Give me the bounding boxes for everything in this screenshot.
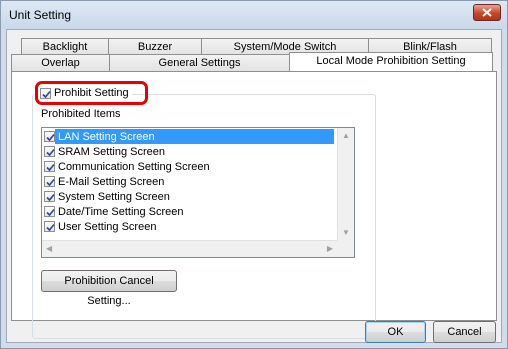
cancel-button[interactable]: Cancel — [433, 321, 496, 343]
prohibition-cancel-setting-button[interactable]: Prohibition Cancel Setting... — [41, 270, 177, 307]
list-item-label: System Setting Screen — [58, 190, 170, 203]
checkbox-checked-icon[interactable] — [44, 191, 55, 202]
horizontal-scrollbar[interactable]: ◀ ▶ — [42, 240, 337, 257]
tab-local-mode-prohibition-setting[interactable]: Local Mode Prohibition Setting — [289, 52, 493, 71]
window-title: Unit Setting — [9, 8, 72, 22]
unit-setting-window: Unit Setting Backlight Buzzer System/Mod… — [0, 0, 508, 349]
list-item-label: E-Mail Setting Screen — [58, 175, 165, 188]
list-item-label: LAN Setting Screen — [58, 130, 155, 143]
close-button[interactable] — [473, 4, 501, 21]
checkbox-checked-icon[interactable] — [44, 206, 55, 217]
ok-button[interactable]: OK — [365, 321, 426, 343]
prohibited-items-list[interactable]: LAN Setting Screen SRAM Setting Screen C… — [41, 127, 355, 258]
list-item-label: Communication Setting Screen — [58, 160, 210, 173]
list-item-date-time[interactable]: Date/Time Setting Screen — [44, 204, 184, 219]
checkbox-checked-icon[interactable] — [44, 161, 55, 172]
scroll-up-icon[interactable]: ▲ — [342, 131, 350, 140]
title-bar[interactable]: Unit Setting — [1, 1, 507, 29]
list-item-system[interactable]: System Setting Screen — [44, 189, 170, 204]
tab-overlap[interactable]: Overlap — [11, 54, 110, 71]
checkbox-checked-icon[interactable] — [44, 176, 55, 187]
list-item-email[interactable]: E-Mail Setting Screen — [44, 174, 164, 189]
list-item-label: Date/Time Setting Screen — [58, 205, 184, 218]
checkbox-checked-icon[interactable] — [44, 146, 55, 157]
list-item-label: User Setting Screen — [58, 220, 157, 233]
tab-general-settings[interactable]: General Settings — [109, 54, 290, 71]
checkbox-checked-icon[interactable] — [44, 131, 55, 142]
tab-backlight[interactable]: Backlight — [21, 38, 109, 55]
list-item-user[interactable]: User Setting Screen — [44, 219, 156, 234]
list-item-sram[interactable]: SRAM Setting Screen — [44, 144, 165, 159]
dialog-client-area: Backlight Buzzer System/Mode Switch Blin… — [6, 29, 502, 343]
scroll-right-icon[interactable]: ▶ — [327, 244, 333, 253]
list-item-lan[interactable]: LAN Setting Screen — [44, 129, 155, 144]
vertical-scrollbar[interactable]: ▲ ▼ — [337, 128, 354, 240]
highlight-ring — [35, 81, 148, 105]
list-item-communication[interactable]: Communication Setting Screen — [44, 159, 210, 174]
list-item-label: SRAM Setting Screen — [58, 145, 165, 158]
scroll-left-icon[interactable]: ◀ — [46, 244, 52, 253]
close-icon — [482, 8, 492, 17]
tab-buzzer[interactable]: Buzzer — [108, 38, 202, 55]
prohibited-items-label: Prohibited Items — [41, 108, 121, 120]
scroll-down-icon[interactable]: ▼ — [342, 228, 350, 237]
checkbox-checked-icon[interactable] — [44, 221, 55, 232]
scrollbar-corner — [337, 240, 354, 257]
